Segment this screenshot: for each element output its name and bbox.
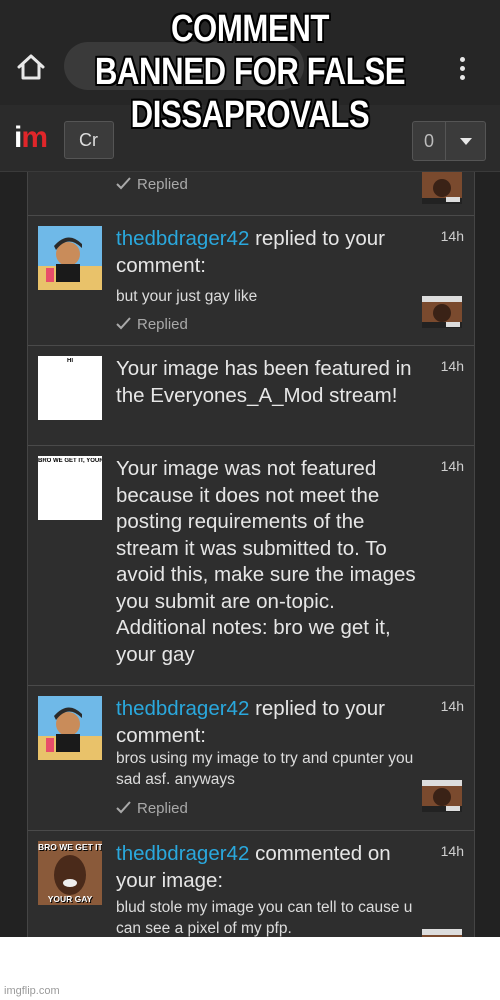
logo-letter-m: m <box>21 121 48 154</box>
imgflip-logo[interactable]: im <box>14 121 48 155</box>
username-link[interactable]: thedbdrager42 <box>116 227 249 250</box>
notification-item[interactable]: BRO WE GET IT YOUR GAY thedbdrager42 com… <box>28 831 474 937</box>
user-avatar[interactable] <box>38 226 102 290</box>
image-thumbnail[interactable]: BRO WE GET IT, YOUR GAY <box>38 456 102 520</box>
timestamp: 14h <box>440 458 464 474</box>
avatar-caption-bottom: YOUR GAY <box>47 894 93 904</box>
comment-text: bros using my image to try and cpunter y… <box>116 750 414 788</box>
replied-status: Replied <box>116 316 188 333</box>
avatar-caption-top: BRO WE GET IT <box>38 842 102 852</box>
timestamp: 14h <box>440 358 464 374</box>
image-thumbnail[interactable] <box>422 929 462 937</box>
notification-message: thedbdrager42 commented on your image: <box>116 842 391 892</box>
image-thumbnail[interactable] <box>422 296 462 328</box>
notification-message: Your image has been featured in the Ever… <box>116 357 412 407</box>
notification-item[interactable]: BRO WE GET IT, YOUR GAY Your image was n… <box>28 446 474 686</box>
timestamp: 14h <box>440 843 464 859</box>
caption-line: BANNED FOR FALSE <box>94 51 406 93</box>
notification-message: thedbdrager42 replied to your comment: <box>116 697 385 747</box>
phone-screen: im Cr 0 Replied thedbdrager42 replied to… <box>0 0 500 937</box>
home-icon[interactable] <box>14 50 48 84</box>
notification-item[interactable]: thedbdrager42 replied to your comment: 1… <box>28 216 474 346</box>
check-icon <box>116 801 131 814</box>
caption-line: COMMENT <box>170 8 330 50</box>
imgflip-watermark: imgflip.com <box>4 985 60 997</box>
caption-line: DISSAPROVALS <box>130 94 370 136</box>
username-link[interactable]: thedbdrager42 <box>116 697 249 720</box>
notification-item[interactable]: thedbdrager42 replied to your comment: 1… <box>28 686 474 831</box>
notification-message: thedbdrager42 replied to your comment: <box>116 227 385 277</box>
notification-item[interactable]: HI Your image has been featured in the E… <box>28 346 474 446</box>
more-options-icon[interactable] <box>452 54 472 84</box>
comment-text: blud stole my image you can tell to caus… <box>116 899 413 937</box>
image-thumbnail[interactable] <box>422 172 462 204</box>
timestamp: 14h <box>440 228 464 244</box>
notification-message: Your image was not featured because it d… <box>116 457 416 666</box>
user-avatar[interactable] <box>38 696 102 760</box>
user-avatar[interactable]: BRO WE GET IT YOUR GAY <box>38 841 102 905</box>
comment-text: but your just gay like <box>116 288 258 305</box>
notification-list: Replied thedbdrager42 replied to your co… <box>27 172 475 937</box>
image-thumbnail[interactable]: HI <box>38 356 102 420</box>
meme-caption: COMMENT BANNED FOR FALSE DISSAPROVALS <box>45 8 455 137</box>
replied-status: Replied <box>116 176 188 193</box>
username-link[interactable]: thedbdrager42 <box>116 842 249 865</box>
replied-status: Replied <box>116 800 188 817</box>
check-icon <box>116 177 131 190</box>
notification-item[interactable]: Replied <box>28 172 474 216</box>
image-thumbnail[interactable] <box>422 780 462 812</box>
timestamp: 14h <box>440 698 464 714</box>
check-icon <box>116 317 131 330</box>
